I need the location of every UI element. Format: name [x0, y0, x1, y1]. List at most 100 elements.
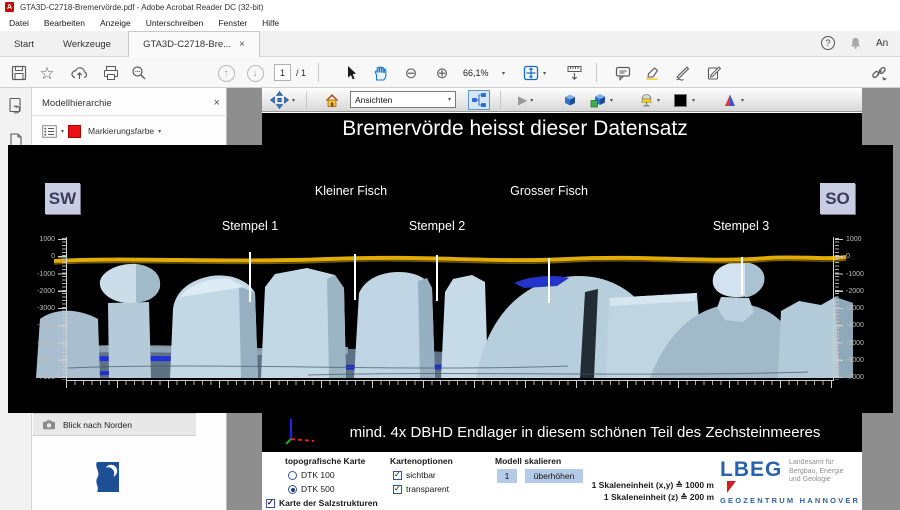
exaggerate-button[interactable]: überhöhen [525, 469, 583, 483]
sign-tool-button[interactable] [671, 62, 693, 84]
right-axis-line [833, 237, 834, 381]
export-pdf-icon[interactable] [7, 97, 25, 115]
checkbox-icon[interactable] [266, 499, 275, 508]
scale-note-xy: 1 Skaleneinheit (x,y) ≙ 1000 m [582, 479, 714, 491]
views-dropdown-value: Ansichten [355, 95, 392, 105]
scene-label-stempel-3: Stempel 3 [713, 219, 769, 233]
page-number-input[interactable]: 1 [274, 64, 291, 81]
next-page-button[interactable]: ↓ [244, 62, 266, 84]
stamp-tool-button[interactable] [703, 62, 725, 84]
scene-caption: mind. 4x DBHD Endlager in diesem schönen… [262, 413, 862, 452]
axis-tick-label: 1000 [846, 236, 882, 244]
zoom-in-button[interactable]: ⊕ [431, 62, 453, 84]
tab-start[interactable]: Start [0, 31, 48, 57]
axis-tick-label: -7000 [846, 374, 882, 382]
fit-page-icon [523, 65, 539, 81]
share-link-button[interactable] [868, 62, 890, 84]
zoom-level-value[interactable]: 66,1% [463, 68, 489, 78]
fit-caret-icon[interactable]: ▾ [543, 70, 546, 77]
play-caret-icon[interactable]: ▾ [530, 97, 533, 104]
views-dropdown[interactable]: Ansichten ▾ [350, 91, 456, 108]
zoom-caret-icon[interactable]: ▾ [502, 70, 505, 77]
checkbox-icon[interactable] [393, 471, 402, 480]
stamp-icon [706, 65, 723, 81]
viewer-divider [500, 91, 501, 110]
menu-fenster[interactable]: Fenster [218, 18, 247, 28]
projection-button[interactable] [562, 91, 578, 109]
render-mode-caret-icon[interactable]: ▾ [610, 97, 613, 104]
main-toolbar: ☆ ↑ ↓ 1 / 1 ⊖ ⊕ 66,1% ▾ ▾ [0, 57, 900, 88]
highlight-tool-button[interactable] [641, 62, 663, 84]
topo-map-heading: topografische Karte [285, 456, 365, 466]
cross-section-caret-icon[interactable]: ▾ [741, 97, 744, 104]
save-button[interactable] [8, 62, 30, 84]
bell-icon[interactable] [848, 36, 863, 51]
measure-tool-button[interactable] [563, 62, 585, 84]
marker-color-swatch[interactable] [68, 125, 81, 138]
fit-page-button[interactable] [520, 62, 542, 84]
map-options-heading: Kartenoptionen [390, 456, 453, 466]
default-view-button[interactable] [324, 91, 340, 109]
hand-icon [372, 65, 388, 81]
marker-color-label: Markierungsfarbe [88, 126, 154, 136]
panel-close-icon[interactable]: × [214, 97, 220, 109]
hand-tool-button[interactable] [369, 62, 391, 84]
model-3d-canvas[interactable]: 10000-1000-2000-3000-4000-5000-6000-7000… [8, 145, 893, 413]
lamp-icon [638, 92, 654, 108]
rotate-tool-button[interactable]: ▾ [270, 91, 295, 109]
zoom-out-button[interactable]: ⊖ [400, 62, 422, 84]
tab-close-icon[interactable]: × [239, 39, 245, 50]
menu-datei[interactable]: Datei [9, 18, 29, 28]
checkbox-salt-map[interactable]: Karte der Salzstrukturen [266, 498, 378, 508]
print-button[interactable] [100, 62, 122, 84]
cloud-upload-button[interactable] [68, 62, 90, 84]
model-tree-toggle-button[interactable] [468, 90, 490, 110]
background-color-button[interactable]: ▾ [674, 91, 695, 109]
axis-tick-label: -2000 [846, 288, 882, 296]
radio-selected-icon[interactable] [288, 485, 297, 494]
axis-tick-label: -3000 [846, 305, 882, 313]
radio-dtk-100[interactable]: DTK 100 [288, 470, 335, 480]
scale-value-input[interactable]: 1 [497, 469, 517, 483]
lighting-caret-icon[interactable]: ▾ [657, 97, 660, 104]
star-button[interactable]: ☆ [36, 62, 58, 84]
signin-link[interactable]: An [876, 38, 888, 49]
checkbox-visible[interactable]: sichtbar [393, 470, 436, 480]
model-scale-heading: Modell skalieren [495, 456, 561, 466]
cube-icon [562, 92, 578, 108]
radio-dtk-500[interactable]: DTK 500 [288, 484, 335, 494]
tab-werkzeuge[interactable]: Werkzeuge [52, 31, 122, 57]
lbeg-logo-text: LBEG [720, 458, 782, 482]
render-mode-button[interactable]: ▾ [590, 91, 613, 109]
select-tool-button[interactable] [340, 62, 362, 84]
previous-page-button[interactable]: ↑ [215, 62, 237, 84]
camera-icon [42, 419, 56, 430]
panel-divider [32, 115, 227, 116]
cross-section-button[interactable]: ▾ [722, 91, 744, 109]
comment-icon [615, 65, 631, 81]
marker-color-caret-icon[interactable]: ▾ [158, 128, 161, 135]
saved-view-item[interactable]: Blick nach Norden [33, 413, 196, 436]
axis-tick-label: -7000 [19, 374, 55, 382]
search-button[interactable] [128, 62, 150, 84]
checkbox-icon[interactable] [393, 485, 402, 494]
menu-unterschreiben[interactable]: Unterschreiben [146, 18, 204, 28]
comment-tool-button[interactable] [612, 62, 634, 84]
lighting-button[interactable]: ▾ [638, 91, 660, 109]
options-list-icon[interactable] [42, 125, 57, 138]
menu-hilfe[interactable]: Hilfe [262, 18, 279, 28]
radio-icon[interactable] [288, 471, 297, 480]
axis-tick-label: -2000 [19, 288, 55, 296]
checkbox-transparent[interactable]: transparent [393, 484, 449, 494]
tab-document[interactable]: GTA3D-C2718-Bre... × [128, 31, 260, 57]
menu-anzeige[interactable]: Anzeige [100, 18, 131, 28]
play-animation-button[interactable]: ▶▾ [518, 91, 533, 109]
viewer-divider [306, 91, 307, 110]
scene-label-stempel-2: Stempel 2 [409, 219, 465, 233]
menu-bearbeiten[interactable]: Bearbeiten [44, 18, 85, 28]
rotate-caret-icon[interactable]: ▾ [292, 97, 295, 104]
options-caret-icon[interactable]: ▾ [61, 128, 64, 135]
background-color-caret-icon[interactable]: ▾ [692, 97, 695, 104]
help-icon[interactable]: ? [821, 36, 835, 50]
page-count-label: / 1 [296, 68, 306, 78]
